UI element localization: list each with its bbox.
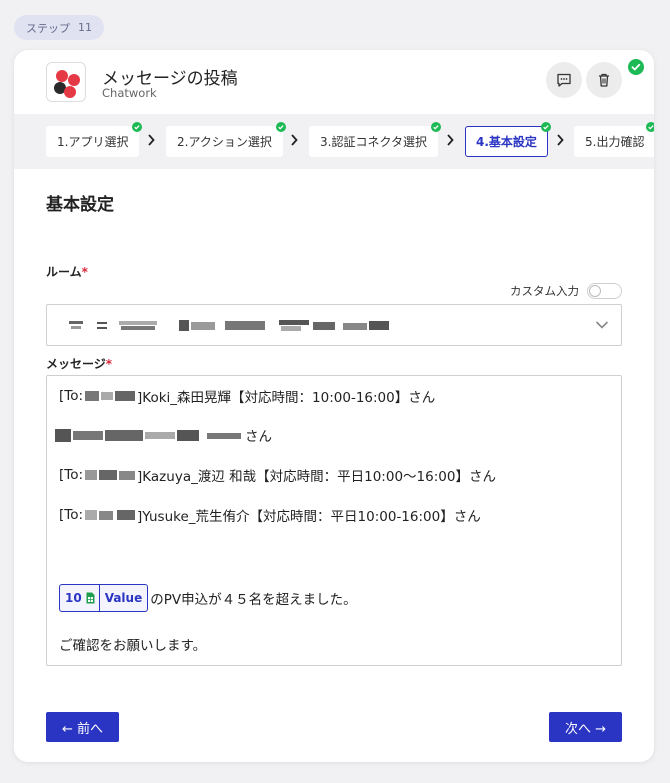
required-mark: * [81, 265, 88, 279]
section-title: 基本設定 [46, 195, 114, 215]
step-number: 11 [78, 21, 92, 34]
message-line-2: さん [55, 425, 272, 445]
chevron-right-icon [557, 134, 564, 146]
room-value-redacted [69, 319, 399, 333]
done-check-icon [430, 122, 441, 132]
message-textarea[interactable]: [To: ]Koki_森田晃輝【対応時間：10:00-16:00】さん さん [… [46, 375, 622, 666]
spreadsheet-icon [86, 592, 95, 604]
tab-output-confirm[interactable]: 5.出力確認 [574, 122, 654, 157]
tab-app-select[interactable]: 1.アプリ選択 [46, 122, 143, 157]
message-text: のPV申込が４５名を超えました。 [150, 592, 357, 608]
prev-button[interactable]: ← 前へ [46, 712, 119, 742]
status-check-icon [628, 59, 644, 75]
chevron-right-icon [291, 134, 298, 146]
toggle-knob [589, 285, 601, 297]
message-line-5: 10 Value のPV申込が４５名を超えました。 [59, 584, 357, 612]
done-check-icon [275, 122, 286, 132]
operation-card: メッセージの投稿 Chatwork 1.アプリ選択 2.アクション選択 3.認証… [14, 50, 654, 762]
room-label-text: ルーム [46, 265, 82, 279]
redacted-id [83, 509, 137, 521]
to-prefix: [To: [59, 507, 84, 523]
step-label: ステップ [26, 21, 70, 35]
custom-input-toggle[interactable] [587, 283, 622, 299]
tab-connector-select[interactable]: 3.認証コネクタ選択 [309, 122, 441, 157]
chevron-right-icon [447, 134, 454, 146]
chatwork-logo-icon [54, 70, 80, 98]
trash-icon [599, 73, 609, 87]
delete-button[interactable] [586, 62, 622, 98]
mention-suffix: さん [245, 429, 272, 445]
tab-basic-settings[interactable]: 4.基本設定 [465, 122, 551, 157]
to-prefix: [To: [59, 467, 84, 483]
operation-subtitle: Chatwork [102, 86, 157, 100]
done-check-icon [646, 122, 654, 132]
room-label: ルーム* [46, 263, 88, 280]
tab-label: 4.基本設定 [476, 135, 537, 149]
redacted-name [55, 429, 245, 442]
chip-number: 10 [65, 591, 82, 605]
message-line-6: ご確認をお願いします。 [59, 638, 207, 654]
message-line-4: [To: ]Yusuke_荒生侑介【対応時間：平日10:00-16:00】さん [59, 505, 481, 525]
to-suffix: ]Yusuke_荒生侑介【対応時間：平日10:00-16:00】さん [137, 509, 481, 525]
redacted-id [83, 469, 137, 481]
step-badge: ステップ 11 [14, 15, 104, 40]
done-check-icon [540, 122, 551, 132]
required-mark: * [105, 357, 113, 371]
message-line-1: [To: ]Koki_森田晃輝【対応時間：10:00-16:00】さん [59, 386, 435, 406]
tab-label: 1.アプリ選択 [57, 135, 129, 149]
comment-icon [557, 73, 571, 87]
message-label-text: メッセージ [46, 357, 106, 371]
message-label: メッセージ* [46, 355, 112, 372]
card-header: メッセージの投稿 Chatwork [14, 50, 654, 114]
comment-button[interactable] [546, 62, 582, 98]
tab-label: 5.出力確認 [585, 135, 645, 149]
tab-action-select[interactable]: 2.アクション選択 [166, 122, 286, 157]
tab-label: 2.アクション選択 [177, 135, 272, 149]
message-line-3: [To: ]Kazuya_渡辺 和哉【対応時間：平日10:00〜16:00】さん [59, 465, 496, 485]
custom-input-label: カスタム入力 [510, 284, 579, 298]
redacted-id [83, 390, 137, 402]
to-suffix: ]Kazuya_渡辺 和哉【対応時間：平日10:00〜16:00】さん [137, 469, 496, 485]
tab-label: 3.認証コネクタ選択 [320, 135, 427, 149]
variable-chip[interactable]: 10 Value [59, 584, 149, 612]
done-check-icon [132, 122, 143, 132]
chip-step-segment: 10 [60, 585, 100, 611]
chip-label: Value [104, 591, 143, 605]
next-button[interactable]: 次へ → [549, 712, 622, 742]
to-prefix: [To: [59, 388, 84, 404]
step-tabs: 1.アプリ選択 2.アクション選択 3.認証コネクタ選択 4.基本設定 5.出力… [14, 114, 654, 169]
to-suffix: ]Koki_森田晃輝【対応時間：10:00-16:00】さん [137, 390, 436, 406]
chatwork-logo [46, 62, 86, 102]
room-select[interactable] [46, 304, 622, 346]
chevron-right-icon [148, 134, 155, 146]
chevron-down-icon [595, 321, 609, 329]
